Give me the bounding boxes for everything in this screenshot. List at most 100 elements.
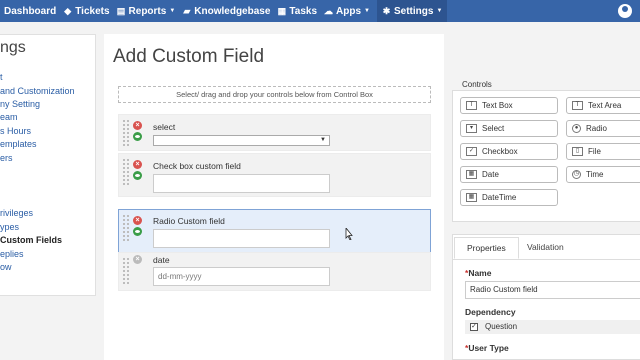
dependency-label: Dependency: [465, 307, 516, 317]
controls-heading: Controls: [462, 80, 492, 89]
nav-dashboard-label: Dashboard: [4, 5, 57, 17]
sidebar-item-custom-fields[interactable]: Custom Fields: [0, 235, 62, 245]
view-icon[interactable]: [133, 227, 142, 236]
sidebar-item[interactable]: ow: [0, 262, 12, 272]
chevron-down-icon: ▼: [436, 8, 443, 14]
drag-handle-icon[interactable]: [123, 215, 129, 241]
sidebar-item[interactable]: eam: [0, 112, 18, 122]
nav-apps-label: Apps: [336, 5, 362, 17]
form-field-row-selected[interactable]: × Radio Custom field: [118, 209, 431, 253]
nav-reports[interactable]: ▤ Reports ▼: [117, 6, 176, 17]
control-select-button[interactable]: ▾ Select: [460, 120, 558, 137]
sidebar-item[interactable]: ypes: [0, 222, 19, 232]
name-label-text: Name: [468, 268, 492, 278]
field-label: Check box custom field: [153, 161, 241, 171]
sidebar-item[interactable]: ny Setting: [0, 99, 40, 109]
name-input[interactable]: Radio Custom field: [465, 281, 640, 299]
nav-settings-label: Settings: [394, 5, 434, 17]
nav-tickets[interactable]: ◆ Tickets: [63, 6, 109, 17]
form-field-row[interactable]: × Check box custom field: [118, 153, 431, 197]
properties-panel: Properties Validation *Name Radio Custom…: [452, 234, 640, 360]
right-panel: Controls T Text Box T Text Area ▾ Select ● R…: [452, 76, 640, 360]
datetime-icon: ▦: [466, 193, 477, 202]
radio-icon: ●: [572, 124, 581, 133]
field-label: select: [153, 122, 176, 132]
field-select-preview[interactable]: ▼: [153, 135, 330, 146]
nav-dashboard[interactable]: ▪ Dashboard: [0, 6, 56, 17]
sidebar-item[interactable]: eplies: [0, 249, 24, 259]
textarea-icon: T: [572, 101, 583, 110]
tab-properties[interactable]: Properties: [454, 237, 519, 259]
sidebar-item[interactable]: and Customization: [0, 86, 75, 96]
form-field-row[interactable]: × date dd-mm-yyyy: [118, 252, 431, 291]
control-label: Date: [482, 170, 499, 179]
control-datetime-button[interactable]: ▦ DateTime: [460, 189, 558, 206]
textbox-icon: T: [466, 101, 477, 110]
dependency-option-label: Question: [485, 322, 518, 331]
select-icon: ▾: [466, 124, 477, 133]
sidebar-item[interactable]: ers: [0, 153, 13, 163]
mouse-cursor-icon: [345, 228, 353, 240]
view-icon[interactable]: [133, 171, 142, 180]
delete-icon[interactable]: ×: [133, 121, 142, 130]
field-input-preview[interactable]: [153, 174, 330, 193]
control-label: Radio: [586, 124, 607, 133]
field-label: date: [153, 255, 170, 265]
nav-settings[interactable]: ✱ Settings ▼: [377, 0, 448, 22]
controls-box: T Text Box T Text Area ▾ Select ● Radio ✓ Che…: [452, 90, 640, 222]
nav-tasks[interactable]: ▦ Tasks: [277, 6, 317, 17]
delete-icon[interactable]: ×: [133, 216, 142, 225]
checkbox-checked-icon[interactable]: ✓: [470, 323, 478, 331]
book-icon: ▰: [183, 5, 191, 16]
user-avatar-icon[interactable]: [618, 4, 632, 18]
settings-sidebar: ngs t and Customization ny Setting eam s…: [0, 34, 96, 296]
nav-apps[interactable]: ☁ Apps ▼: [324, 6, 370, 17]
form-field-row[interactable]: × select ▼: [118, 114, 431, 151]
delete-icon[interactable]: ×: [133, 255, 142, 264]
control-label: Checkbox: [482, 147, 518, 156]
control-textarea-button[interactable]: T Text Area: [566, 97, 640, 114]
tab-validation[interactable]: Validation: [515, 237, 576, 259]
field-label: Radio Custom field: [153, 216, 225, 226]
field-input-preview[interactable]: dd-mm-yyyy: [153, 267, 330, 286]
drag-handle-icon[interactable]: [123, 120, 129, 146]
control-label: Select: [482, 124, 505, 133]
drag-handle-icon[interactable]: [123, 258, 129, 284]
field-input-preview[interactable]: [153, 229, 330, 248]
nav-knowledgebase[interactable]: ▰ Knowledgebase: [182, 6, 270, 17]
name-label: *Name: [465, 268, 491, 278]
checkbox-icon: ✓: [466, 147, 477, 156]
user-type-label-text: User Type: [468, 343, 509, 353]
control-label: File: [588, 147, 601, 156]
nav-tasks-label: Tasks: [289, 5, 318, 17]
control-date-button[interactable]: ▦ Date: [460, 166, 558, 183]
control-label: Text Area: [588, 101, 622, 110]
drag-handle-icon[interactable]: [123, 159, 129, 185]
control-textbox-button[interactable]: T Text Box: [460, 97, 558, 114]
control-label: Time: [586, 170, 604, 179]
sidebar-item[interactable]: s Hours: [0, 126, 31, 136]
calendar-icon: ▦: [277, 5, 287, 16]
page-title: Add Custom Field: [113, 46, 265, 67]
control-time-button[interactable]: ◷ Time: [566, 166, 640, 183]
control-label: Text Box: [482, 101, 513, 110]
chevron-down-icon: ▼: [320, 137, 326, 143]
delete-icon[interactable]: ×: [133, 160, 142, 169]
cloud-icon: ☁: [324, 5, 334, 16]
control-label: DateTime: [482, 193, 517, 202]
sidebar-item[interactable]: rivileges: [0, 208, 33, 218]
dependency-question-option[interactable]: ✓ Question: [465, 320, 640, 334]
control-file-button[interactable]: ▯ File: [566, 143, 640, 160]
chevron-down-icon: ▼: [169, 8, 176, 14]
date-icon: ▦: [466, 170, 477, 179]
nav-tickets-label: Tickets: [75, 5, 110, 17]
tab-divider: [453, 259, 640, 260]
sidebar-item[interactable]: emplates: [0, 139, 37, 149]
dashboard-icon: ▪: [0, 7, 1, 16]
control-radio-button[interactable]: ● Radio: [566, 120, 640, 137]
sidebar-item[interactable]: t: [0, 72, 3, 82]
clock-icon: ◷: [572, 170, 581, 179]
control-checkbox-button[interactable]: ✓ Checkbox: [460, 143, 558, 160]
view-icon[interactable]: [133, 132, 142, 141]
file-icon: ▯: [572, 147, 583, 156]
